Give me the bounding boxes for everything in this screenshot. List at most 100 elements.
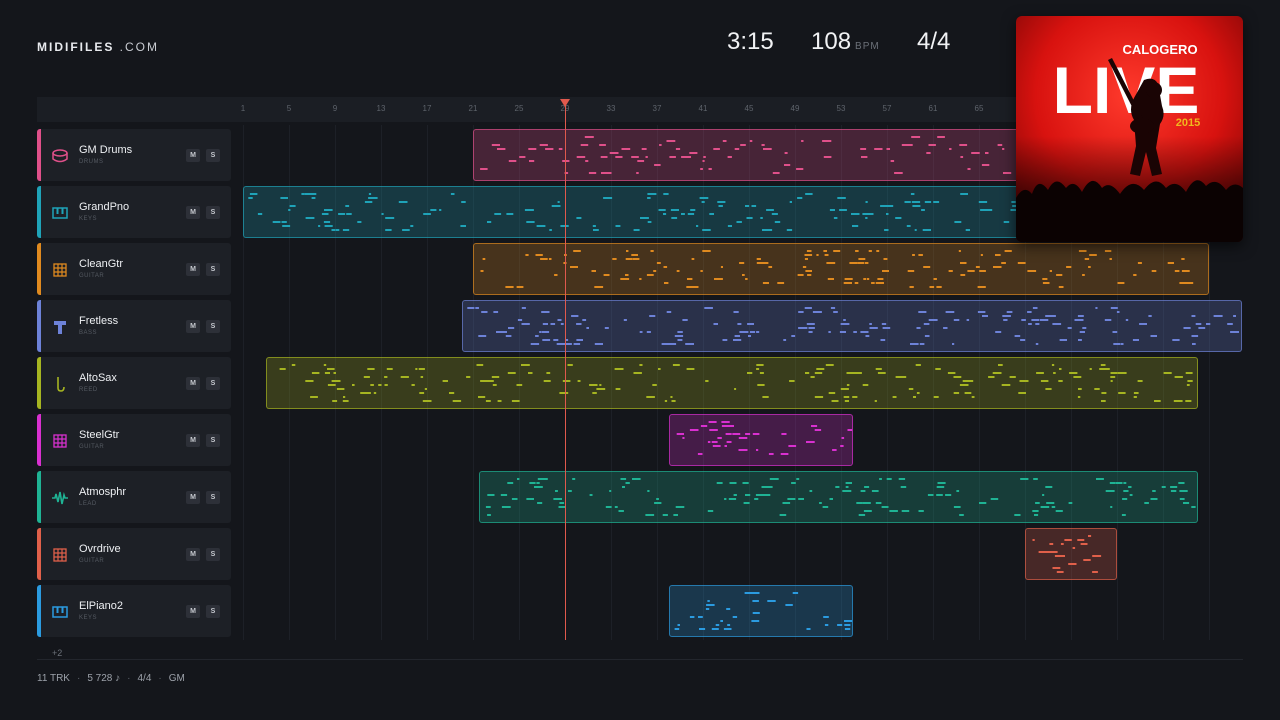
track-color-strip xyxy=(37,471,41,523)
tempo-unit: BPM xyxy=(855,41,880,52)
track-header-atmosphr[interactable]: Atmosphr LEAD M S xyxy=(37,471,231,523)
solo-button[interactable]: S xyxy=(206,548,220,561)
midi-clip-ovrdrive[interactable] xyxy=(1025,528,1117,580)
track-type: KEYS xyxy=(79,615,98,621)
track-count: 11 TRK xyxy=(37,673,70,684)
track-name: GrandPno xyxy=(79,201,130,213)
mute-button[interactable]: M xyxy=(186,149,200,162)
footer-signature: 4/4 xyxy=(137,673,152,684)
midi-clip-altosax[interactable] xyxy=(266,357,1198,409)
piano-keys-icon xyxy=(51,603,69,621)
track-name: AltoSax xyxy=(79,372,117,384)
midi-clip-steelgtr[interactable] xyxy=(668,414,853,466)
time-signature: 4/4 xyxy=(917,28,951,55)
track-type: GUITAR xyxy=(79,444,105,450)
ruler-bar-9: 9 xyxy=(332,104,338,113)
track-type: REED xyxy=(79,387,98,393)
album-cover: CALOGERO LIVE 2015 xyxy=(1016,16,1243,242)
mute-button[interactable]: M xyxy=(186,605,200,618)
note-count: 5 728 ♪ xyxy=(87,673,121,684)
note-pattern xyxy=(480,250,1194,288)
ruler-bar-53: 53 xyxy=(836,104,846,113)
song-duration: 3:15 xyxy=(727,28,774,55)
track-color-strip xyxy=(37,186,41,238)
midi-clip-fretless[interactable] xyxy=(461,300,1242,352)
midi-clip-cleangtr[interactable] xyxy=(473,243,1209,295)
track-color-strip xyxy=(37,414,41,466)
track-name: ElPiano2 xyxy=(79,600,124,612)
site-logo[interactable]: MIDIFILES .COM xyxy=(37,40,159,54)
track-name: Ovrdrive xyxy=(79,543,121,555)
ruler-bar-13: 13 xyxy=(376,104,386,113)
track-header-altosax[interactable]: AltoSax REED M S xyxy=(37,357,231,409)
ruler-bar-21: 21 xyxy=(468,104,478,113)
playhead-handle[interactable] xyxy=(560,99,570,107)
solo-button[interactable]: S xyxy=(206,320,220,333)
mute-button[interactable]: M xyxy=(186,206,200,219)
footer-divider xyxy=(37,659,1243,660)
track-type: BASS xyxy=(79,330,98,336)
track-color-strip xyxy=(37,243,41,295)
track-header-gm-drums[interactable]: GM Drums DRUMS M S xyxy=(37,129,231,181)
note-pattern xyxy=(674,592,852,630)
mute-button[interactable]: M xyxy=(186,434,200,447)
guitar-fretboard-icon xyxy=(51,261,69,279)
ruler-bar-61: 61 xyxy=(928,104,938,113)
track-name: Fretless xyxy=(79,315,119,327)
track-header-grandpno[interactable]: GrandPno KEYS M S xyxy=(37,186,231,238)
mute-button[interactable]: M xyxy=(186,548,200,561)
tempo-display: 108 BPM xyxy=(811,28,880,56)
mute-button[interactable]: M xyxy=(186,320,200,333)
saxophone-icon xyxy=(51,375,69,393)
mute-button[interactable]: M xyxy=(186,491,200,504)
track-header-steelgtr[interactable]: SteelGtr GUITAR M S xyxy=(37,414,231,466)
midi-clip-elpiano2[interactable] xyxy=(668,585,853,637)
ruler-bar-25: 25 xyxy=(514,104,524,113)
note-pattern xyxy=(1032,535,1102,573)
waveform-icon xyxy=(51,489,69,507)
ruler-bar-41: 41 xyxy=(698,104,708,113)
track-header-elpiano2[interactable]: ElPiano2 KEYS M S xyxy=(37,585,231,637)
playhead[interactable] xyxy=(565,104,566,640)
track-type: DRUMS xyxy=(79,159,104,165)
album-year: 2015 xyxy=(1176,117,1200,129)
solo-button[interactable]: S xyxy=(206,605,220,618)
guitar-fretboard-icon xyxy=(51,546,69,564)
solo-button[interactable]: S xyxy=(206,434,220,447)
ruler-bar-45: 45 xyxy=(744,104,754,113)
track-type: KEYS xyxy=(79,216,98,222)
track-name: SteelGtr xyxy=(79,429,120,441)
track-color-strip xyxy=(37,129,41,181)
ruler-bar-37: 37 xyxy=(652,104,662,113)
ruler-bar-33: 33 xyxy=(606,104,616,113)
ruler-bar-17: 17 xyxy=(422,104,432,113)
solo-button[interactable]: S xyxy=(206,263,220,276)
solo-button[interactable]: S xyxy=(206,491,220,504)
track-name: CleanGtr xyxy=(79,258,124,270)
track-color-strip xyxy=(37,585,41,637)
midi-clip-atmosphr[interactable] xyxy=(478,471,1198,523)
ruler-bar-57: 57 xyxy=(882,104,892,113)
track-header-ovrdrive[interactable]: Ovrdrive GUITAR M S xyxy=(37,528,231,580)
note-pattern xyxy=(485,478,1196,516)
drum-icon xyxy=(51,147,69,165)
file-summary: 11 TRK · 5 728 ♪ · 4/4 · GM xyxy=(37,673,185,684)
ruler-bar-49: 49 xyxy=(790,104,800,113)
solo-button[interactable]: S xyxy=(206,206,220,219)
midi-standard: GM xyxy=(168,673,185,684)
track-header-cleangtr[interactable]: CleanGtr GUITAR M S xyxy=(37,243,231,295)
mute-button[interactable]: M xyxy=(186,377,200,390)
note-pattern xyxy=(279,364,1193,402)
track-type: GUITAR xyxy=(79,273,105,279)
ruler-bar-65: 65 xyxy=(974,104,984,113)
ruler-bar-5: 5 xyxy=(286,104,292,113)
mute-button[interactable]: M xyxy=(186,263,200,276)
piano-keys-icon xyxy=(51,204,69,222)
solo-button[interactable]: S xyxy=(206,149,220,162)
more-tracks-indicator[interactable]: +2 xyxy=(52,648,62,658)
ruler-bar-1: 1 xyxy=(240,104,246,113)
track-header-fretless[interactable]: Fretless BASS M S xyxy=(37,300,231,352)
solo-button[interactable]: S xyxy=(206,377,220,390)
track-type: LEAD xyxy=(79,501,97,507)
note-pattern xyxy=(466,307,1239,345)
